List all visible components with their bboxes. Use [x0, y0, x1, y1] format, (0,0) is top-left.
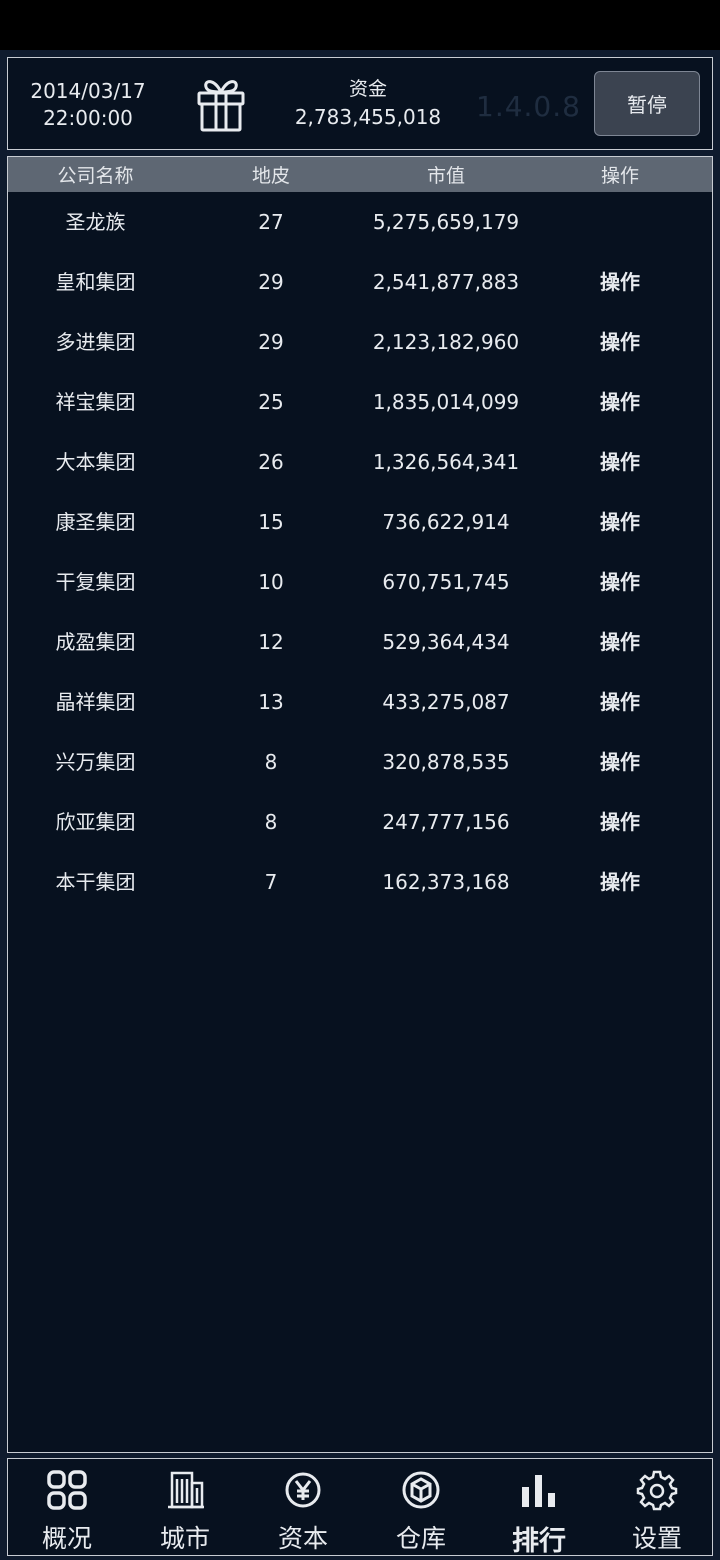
column-header-market-value: 市值 [426, 165, 465, 187]
market-value: 5,275,659,179 [372, 210, 520, 234]
market-value: 529,364,434 [382, 630, 510, 654]
market-value: 162,373,168 [382, 870, 510, 894]
funds-label: 资金 [348, 78, 387, 100]
company-name: 晶祥集团 [55, 690, 136, 714]
nav-label: 城市 [159, 1524, 210, 1553]
company-name: 大本集团 [55, 450, 136, 474]
table-row: 圣龙族 27 5,275,659,179 [8, 192, 712, 252]
action-button[interactable]: 操作 [570, 372, 670, 432]
land-count: 12 [258, 630, 284, 654]
nav-item-capital[interactable]: 资本 [244, 1459, 362, 1555]
action-button[interactable]: 操作 [570, 732, 670, 792]
nav-item-ranking[interactable]: 排行 [480, 1459, 598, 1557]
market-value: 247,777,156 [382, 810, 510, 834]
gear-icon [636, 1470, 678, 1511]
funds-value: 2,783,455,018 [294, 105, 442, 129]
table-row: 成盈集团 12 529,364,434 操作 [8, 612, 712, 672]
company-name: 皇和集团 [55, 270, 136, 294]
market-value: 2,541,877,883 [372, 270, 520, 294]
grid-icon [47, 1470, 87, 1510]
company-name: 祥宝集团 [55, 390, 136, 414]
nav-label: 概况 [41, 1524, 92, 1553]
company-name: 欣亚集团 [55, 810, 136, 834]
funds-display: 资金 2,783,455,018 [278, 76, 458, 132]
action-button[interactable]: 操作 [570, 312, 670, 372]
land-count: 29 [258, 270, 284, 294]
pause-button[interactable]: 暂停 [594, 71, 700, 136]
column-header-land: 地皮 [251, 165, 290, 187]
market-value: 1,835,014,099 [372, 390, 520, 414]
table-row: 本干集团 7 162,373,168 操作 [8, 852, 712, 912]
column-header-action: 操作 [600, 165, 639, 187]
company-name: 多进集团 [55, 330, 136, 354]
land-count: 8 [264, 750, 278, 774]
market-value: 670,751,745 [382, 570, 510, 594]
market-value: 1,326,564,341 [372, 450, 520, 474]
bar-chart-icon [522, 1475, 555, 1507]
column-header-company: 公司名称 [57, 165, 134, 187]
box-icon [402, 1471, 440, 1509]
company-name: 本干集团 [55, 870, 136, 894]
land-count: 25 [258, 390, 284, 414]
company-name: 成盈集团 [55, 630, 136, 654]
action-button[interactable]: 操作 [570, 852, 670, 912]
land-count: 15 [258, 510, 284, 534]
market-value: 433,275,087 [382, 690, 510, 714]
action-button[interactable]: 操作 [570, 792, 670, 852]
action-button[interactable]: 操作 [570, 492, 670, 552]
gift-icon[interactable] [192, 74, 250, 132]
market-value: 736,622,914 [382, 510, 510, 534]
nav-label: 排行 [512, 1526, 566, 1557]
land-count: 26 [258, 450, 284, 474]
datetime: 2014/03/17 22:00:00 [28, 78, 148, 132]
land-count: 7 [264, 870, 278, 894]
bottom-nav: 概况 城市 资本 仓库 排行 设置 [7, 1458, 716, 1557]
app-root: 2014/03/17 22:00:00 资金 2,783,455,018 1.4… [0, 50, 720, 1560]
version-text: 1.4.0.8 [476, 90, 581, 123]
land-count: 10 [258, 570, 284, 594]
nav-label: 资本 [277, 1524, 328, 1553]
table-row: 多进集团 29 2,123,182,960 操作 [8, 312, 712, 372]
table-row: 康圣集团 15 736,622,914 操作 [8, 492, 712, 552]
table-row: 晶祥集团 13 433,275,087 操作 [8, 672, 712, 732]
table-row: 大本集团 26 1,326,564,341 操作 [8, 432, 712, 492]
table-row: 欣亚集团 8 247,777,156 操作 [8, 792, 712, 852]
nav-label: 设置 [631, 1524, 682, 1553]
table-row: 干复集团 10 670,751,745 操作 [8, 552, 712, 612]
land-count: 13 [258, 690, 284, 714]
market-value: 320,878,535 [382, 750, 510, 774]
building-icon [168, 1471, 204, 1509]
date-text: 2014/03/17 [30, 79, 146, 103]
top-header: 2014/03/17 22:00:00 资金 2,783,455,018 1.4… [7, 57, 713, 150]
nav-item-overview[interactable]: 概况 [8, 1459, 126, 1555]
time-text: 22:00:00 [43, 106, 133, 130]
yen-icon [285, 1472, 321, 1508]
table-row: 兴万集团 8 320,878,535 操作 [8, 732, 712, 792]
nav-item-city[interactable]: 城市 [126, 1459, 244, 1555]
action-button[interactable]: 操作 [570, 432, 670, 492]
ranking-table: 公司名称 地皮 市值 操作 圣龙族 27 5,275,659,179 皇和集团 29 2,… [7, 156, 713, 1453]
nav-label: 仓库 [395, 1524, 446, 1553]
nav-item-warehouse[interactable]: 仓库 [362, 1459, 480, 1555]
company-name: 干复集团 [55, 570, 136, 594]
table-header: 公司名称 地皮 市值 操作 [8, 157, 712, 192]
company-name: 圣龙族 [65, 210, 126, 234]
table-row: 祥宝集团 25 1,835,014,099 操作 [8, 372, 712, 432]
company-name: 康圣集团 [55, 510, 136, 534]
action-button[interactable]: 操作 [570, 672, 670, 732]
status-bar [0, 0, 720, 50]
land-count: 29 [258, 330, 284, 354]
company-name: 兴万集团 [55, 750, 136, 774]
market-value: 2,123,182,960 [372, 330, 520, 354]
nav-item-settings[interactable]: 设置 [598, 1459, 716, 1555]
action-button[interactable]: 操作 [570, 612, 670, 672]
land-count: 27 [258, 210, 284, 234]
table-row: 皇和集团 29 2,541,877,883 操作 [8, 252, 712, 312]
action-button[interactable]: 操作 [570, 252, 670, 312]
action-button[interactable]: 操作 [570, 552, 670, 612]
land-count: 8 [264, 810, 278, 834]
